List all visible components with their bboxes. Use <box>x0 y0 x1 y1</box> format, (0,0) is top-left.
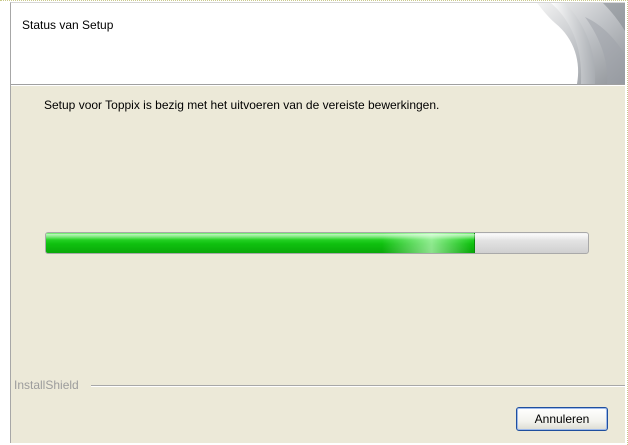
installshield-swoosh-icon <box>485 3 625 84</box>
dialog-header: Status van Setup <box>11 3 625 85</box>
progress-bar <box>45 232 589 254</box>
brand-separator: InstallShield <box>11 377 625 393</box>
separator-line <box>91 385 625 387</box>
status-message: Setup voor Toppix is bezig met het uitvo… <box>44 98 440 112</box>
header-title: Status van Setup <box>22 18 114 32</box>
progress-bar-highlight <box>46 234 588 240</box>
setup-dialog: Status van Setup Setup voor Toppix is be… <box>10 2 625 443</box>
cancel-button[interactable]: Annuleren <box>516 407 608 431</box>
installshield-label: InstallShield <box>14 378 85 392</box>
